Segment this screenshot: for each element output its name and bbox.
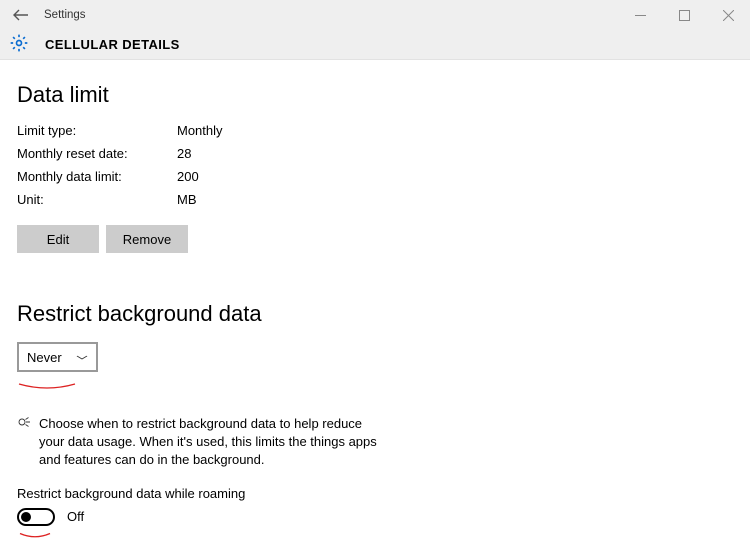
maximize-icon — [679, 10, 690, 21]
reset-date-value: 28 — [177, 146, 733, 161]
close-icon — [723, 10, 734, 21]
unit-value: MB — [177, 192, 733, 207]
content-area: Data limit Limit type: Monthly Monthly r… — [0, 60, 750, 541]
data-limit-label: Monthly data limit: — [17, 169, 177, 184]
roaming-toggle-row: Off — [17, 508, 733, 526]
maximize-button[interactable] — [662, 0, 706, 30]
data-limit-heading: Data limit — [17, 82, 733, 108]
window-title: Settings — [44, 9, 86, 21]
annotation-underline-toggle — [17, 526, 733, 541]
toggle-knob — [21, 512, 31, 522]
header-row: CELLULAR DETAILS — [0, 30, 750, 60]
unit-label: Unit: — [17, 192, 177, 207]
restrict-dropdown[interactable]: Never — [17, 342, 98, 372]
annotation-underline — [17, 377, 733, 392]
gear-icon — [9, 33, 29, 56]
roaming-toggle-label: Restrict background data while roaming — [17, 486, 733, 501]
restrict-description: Choose when to restrict background data … — [39, 415, 384, 470]
close-button[interactable] — [706, 0, 750, 30]
roaming-toggle[interactable] — [17, 508, 55, 526]
limit-type-value: Monthly — [177, 123, 733, 138]
edit-button[interactable]: Edit — [17, 225, 99, 253]
restrict-dropdown-value: Never — [27, 350, 62, 365]
data-limit-details: Limit type: Monthly Monthly reset date: … — [17, 123, 733, 207]
roaming-toggle-state: Off — [67, 509, 84, 524]
minimize-button[interactable] — [618, 0, 662, 30]
reset-date-label: Monthly reset date: — [17, 146, 177, 161]
caption-buttons — [618, 0, 750, 30]
titlebar: Settings — [0, 0, 750, 30]
data-limit-value: 200 — [177, 169, 733, 184]
minimize-icon — [635, 10, 646, 21]
lightbulb-icon — [17, 415, 31, 470]
limit-type-label: Limit type: — [17, 123, 177, 138]
restrict-heading: Restrict background data — [17, 301, 733, 327]
data-limit-buttons: Edit Remove — [17, 225, 733, 253]
description-row: Choose when to restrict background data … — [17, 415, 733, 470]
chevron-down-icon — [76, 353, 88, 362]
back-arrow-icon — [13, 9, 29, 21]
back-button[interactable] — [0, 0, 42, 30]
page-title: CELLULAR DETAILS — [45, 37, 180, 52]
remove-button[interactable]: Remove — [106, 225, 188, 253]
